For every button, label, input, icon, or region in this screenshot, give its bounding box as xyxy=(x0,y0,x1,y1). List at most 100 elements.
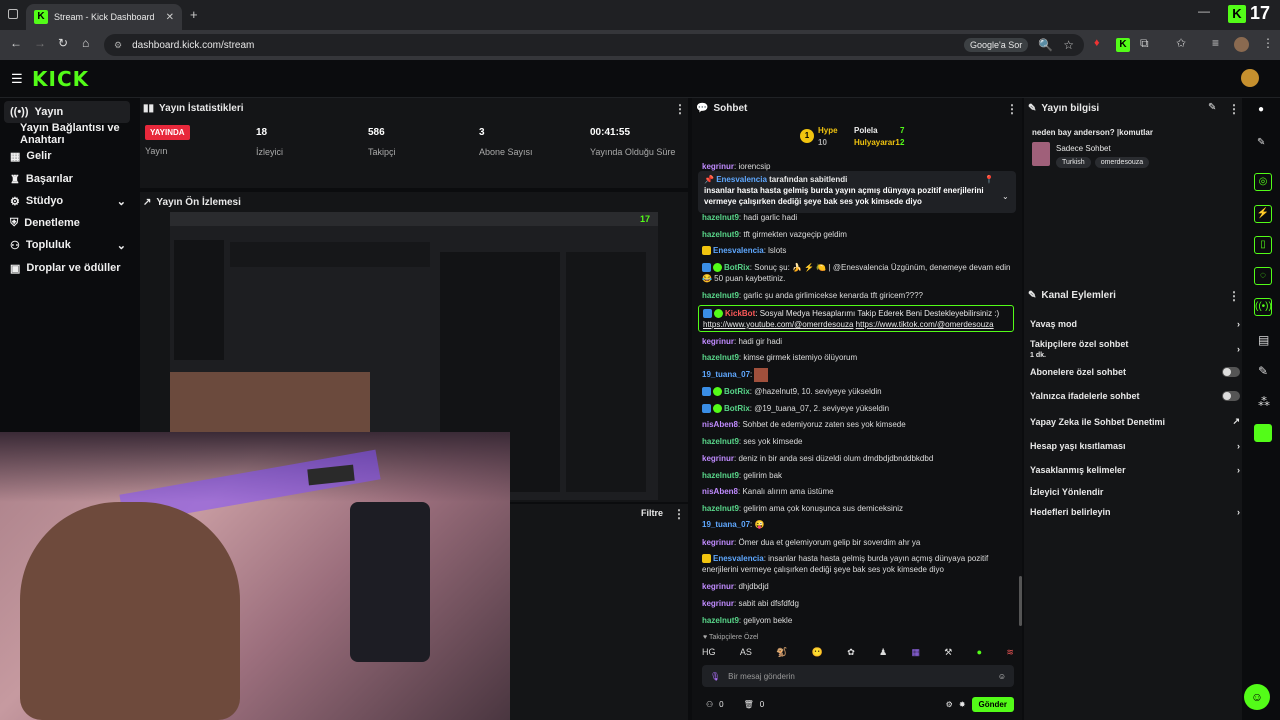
info-icon[interactable]: ● xyxy=(1258,104,1264,115)
chat-scrollbar[interactable] xyxy=(1019,576,1022,626)
sidebar-item-moderation[interactable]: ⛨ Denetleme xyxy=(4,212,130,234)
sidebar-item-drops[interactable]: ▣ Droplar ve ödüller xyxy=(4,257,130,279)
more-options-icon[interactable]: ⋮ xyxy=(673,507,685,521)
url-field[interactable]: ⚙ dashboard.kick.com/stream Google'a Sor… xyxy=(104,34,1084,56)
more-options-icon[interactable]: ⋮ xyxy=(1228,289,1240,303)
chat-username[interactable]: kegrinur xyxy=(702,582,734,591)
rail-active-icon[interactable] xyxy=(1254,424,1272,442)
chat-username[interactable]: BotRix xyxy=(724,263,750,272)
emote-figure-icon[interactable]: ♟ xyxy=(879,647,887,661)
chat-username[interactable]: BotRix xyxy=(724,387,750,396)
action-banned-words[interactable]: Yasaklanmış kelimeler › xyxy=(1030,465,1240,475)
filter-label[interactable]: Filtre xyxy=(641,508,663,518)
action-slow-mode[interactable]: Yavaş mod › xyxy=(1030,319,1240,329)
more-options-icon[interactable]: ⋮ xyxy=(674,102,686,116)
pencil-icon[interactable]: ✎ xyxy=(1257,137,1265,148)
chat-username[interactable]: hazelnut9 xyxy=(702,213,739,222)
kick-logo[interactable]: KICK xyxy=(32,67,89,91)
chat-username[interactable]: hazelnut9 xyxy=(702,437,739,446)
rail-sound-icon[interactable]: ((•)) xyxy=(1254,298,1272,316)
browser-menu-icon[interactable]: ⋮ xyxy=(1262,36,1274,50)
action-ai-moderation[interactable]: Yapay Zeka ile Sohbet Denetimi ↗ xyxy=(1030,416,1240,427)
emote-flower-icon[interactable]: ✿ xyxy=(847,647,855,661)
chat-username[interactable]: BotRix xyxy=(724,404,750,413)
google-lens-chip[interactable]: Google'a Sor xyxy=(964,38,1029,52)
chat-username[interactable]: Enesvalencia xyxy=(713,554,764,563)
chat-username[interactable]: hazelnut9 xyxy=(702,616,739,625)
chat-username[interactable]: 19_tuana_07 xyxy=(702,370,750,379)
rail-share-icon[interactable]: ⁂ xyxy=(1258,395,1270,409)
sidebar-item-community[interactable]: ⚇ Topluluk ⌄ xyxy=(4,234,130,256)
more-options-icon[interactable]: ⋮ xyxy=(1006,102,1018,116)
emote-bone-icon[interactable]: ⚒ xyxy=(944,647,952,661)
action-account-age[interactable]: Hesap yaşı kısıtlaması › xyxy=(1030,441,1240,451)
favorites-icon[interactable]: ✩ xyxy=(1176,36,1186,50)
emote-as-icon[interactable]: AS xyxy=(740,647,752,661)
site-info-icon[interactable]: ⚙ xyxy=(114,40,122,51)
chat-username[interactable]: hazelnut9 xyxy=(702,291,739,300)
youtube-link[interactable]: https://www.youtube.com/@omerrdesouza xyxy=(703,320,853,329)
sidebar-item-stream-key[interactable]: Yayın Bağlantısı ve Anahtarı xyxy=(4,122,140,146)
chat-username[interactable]: Enesvalencia xyxy=(713,246,764,255)
chat-username[interactable]: nisAben8 xyxy=(702,487,738,496)
chevron-down-icon[interactable]: ⌄ xyxy=(1002,191,1009,202)
reload-icon[interactable]: ↻ xyxy=(58,36,68,50)
chat-username[interactable]: 19_tuana_07 xyxy=(702,520,750,529)
chat-input[interactable]: 🎙 Bir mesaj gönderin ☺ xyxy=(702,665,1014,687)
new-tab-icon[interactable]: + xyxy=(190,7,198,22)
help-chat-button[interactable]: ☺ xyxy=(1244,684,1270,710)
sidebar-item-revenue[interactable]: ▦ Gelir xyxy=(4,145,130,167)
tag-chip[interactable]: Turkish xyxy=(1056,157,1091,168)
chat-username[interactable]: KickBot xyxy=(725,309,755,318)
zoom-icon[interactable]: 🔍 xyxy=(1038,38,1053,52)
emote-grid-icon[interactable]: ▦ xyxy=(911,647,920,661)
tab-list-icon[interactable] xyxy=(8,9,18,19)
user-avatar[interactable] xyxy=(1241,69,1259,87)
rail-calendar-icon[interactable]: ▤ xyxy=(1258,333,1269,347)
kick-extension-icon[interactable]: K xyxy=(1116,38,1130,52)
subs-only-toggle[interactable] xyxy=(1222,367,1240,377)
users-icon[interactable]: ⚇ xyxy=(706,700,713,709)
chat-username[interactable]: hazelnut9 xyxy=(702,353,739,362)
settings-icon[interactable]: ⚙ xyxy=(946,700,953,709)
chat-username[interactable]: hazelnut9 xyxy=(702,471,739,480)
chat-username[interactable]: kegrinur xyxy=(702,337,734,346)
unpin-icon[interactable]: 📍 xyxy=(984,174,994,185)
emoji-icon[interactable]: ☺ xyxy=(998,672,1006,681)
rail-doc-icon[interactable]: ▯ xyxy=(1254,236,1272,254)
rail-wrench-icon[interactable]: ✎ xyxy=(1258,364,1268,378)
extension-red-icon[interactable]: ♦ xyxy=(1094,37,1100,49)
edit-pencil-icon[interactable]: ✎ xyxy=(1208,102,1216,113)
settings-alt-icon[interactable]: ✸ xyxy=(959,700,966,709)
tag-chip[interactable]: omerdesouza xyxy=(1094,157,1150,168)
microphone-icon[interactable]: 🎙 xyxy=(710,672,720,681)
bookmark-star-icon[interactable]: ☆ xyxy=(1063,38,1074,52)
sidebar-item-studio[interactable]: ⚙ Stüdyo ⌄ xyxy=(4,190,130,212)
close-tab-icon[interactable]: ✕ xyxy=(166,12,174,23)
emote-hg-icon[interactable]: HG xyxy=(702,647,716,661)
minimize-icon[interactable]: — xyxy=(1198,4,1210,18)
action-followers-only[interactable]: Takipçilere özel sohbet 1 dk. › xyxy=(1030,339,1240,359)
chat-username[interactable]: kegrinur xyxy=(702,599,734,608)
home-icon[interactable]: ⌂ xyxy=(82,36,89,50)
chat-username[interactable]: nisAben8 xyxy=(702,420,738,429)
rail-target-icon[interactable]: ◎ xyxy=(1254,173,1272,191)
rail-chat-icon[interactable]: ◌ xyxy=(1254,267,1272,285)
chat-username[interactable]: kegrinur xyxy=(702,162,734,171)
profile-avatar[interactable] xyxy=(1234,37,1249,52)
chat-username[interactable]: kegrinur xyxy=(702,538,734,547)
action-raid[interactable]: İzleyici Yönlendir xyxy=(1030,487,1240,497)
forward-icon[interactable]: → xyxy=(34,36,46,50)
rail-bolt-icon[interactable]: ⚡ xyxy=(1254,205,1272,223)
sidebar-item-stream[interactable]: ((•)) Yayın xyxy=(4,101,130,123)
tiktok-link[interactable]: https://www.tiktok.com/@omerdesouza xyxy=(856,320,994,329)
action-goals[interactable]: Hedefleri belirleyin › xyxy=(1030,507,1240,517)
category-name[interactable]: Sadece Sohbet xyxy=(1056,144,1111,153)
emotes-only-toggle[interactable] xyxy=(1222,391,1240,401)
extensions-puzzle-icon[interactable]: ⧉ xyxy=(1140,36,1149,51)
emote-green-icon[interactable]: ● xyxy=(977,647,982,661)
back-icon[interactable]: ← xyxy=(10,36,22,50)
chat-username[interactable]: kegrinur xyxy=(702,454,734,463)
trash-icon[interactable]: 🗑 xyxy=(744,700,754,709)
sidebar-item-achievements[interactable]: ♜ Başarılar xyxy=(4,168,130,190)
